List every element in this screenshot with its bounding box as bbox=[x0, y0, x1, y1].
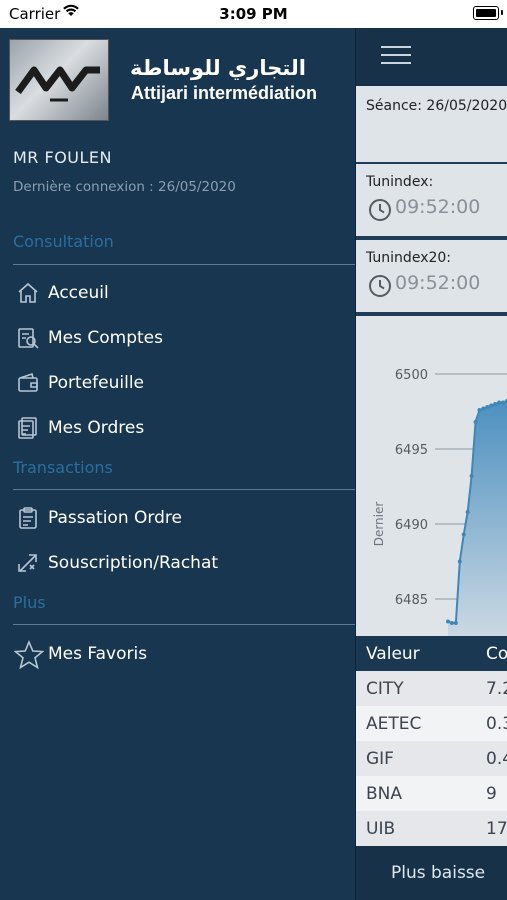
header-valeur: Valeur bbox=[366, 644, 420, 664]
row-cours: 0.3 bbox=[486, 714, 507, 734]
last-login: Dernière connexion : 26/05/2020 bbox=[13, 179, 236, 195]
row-valeur: CITY bbox=[366, 679, 404, 699]
menu-item-label: Souscription/Rachat bbox=[48, 553, 219, 573]
data-point bbox=[449, 621, 454, 625]
menu-item-accueil[interactable]: Acceuil bbox=[13, 277, 343, 311]
main-panel: Séance: 26/05/2020 Tunindex: 09:52:00 Tu… bbox=[355, 28, 507, 900]
data-point bbox=[469, 474, 474, 478]
brand-arabic: التجاري للوساطة bbox=[130, 56, 306, 80]
tab-plus-baisse[interactable]: Plus baisse bbox=[391, 863, 485, 883]
menu-item-label: Mes Ordres bbox=[48, 418, 145, 438]
data-point bbox=[501, 400, 506, 405]
section-consultation: Consultation bbox=[13, 232, 114, 251]
y-tick-label: 6485 bbox=[395, 593, 428, 608]
clock: 3:09 PM bbox=[219, 5, 288, 23]
data-point bbox=[461, 532, 466, 537]
menu-item-label: Mes Favoris bbox=[48, 644, 148, 664]
menu-item-comptes[interactable]: Mes Comptes bbox=[13, 322, 343, 356]
tunindex20-label: Tunindex20: bbox=[366, 250, 452, 266]
values-table: Valeur Co CITY 7.2 AETEC 0.3 GIF 0.4 BNA… bbox=[355, 636, 507, 846]
home-icon bbox=[16, 281, 40, 305]
menu-item-passation[interactable]: Passation Ordre bbox=[13, 502, 343, 536]
index-chart: 6500649564906485648008:00Dernier bbox=[355, 316, 507, 699]
menu-item-souscription[interactable]: Souscription/Rachat bbox=[13, 547, 343, 581]
wallet-icon bbox=[16, 371, 40, 395]
clock-icon bbox=[368, 274, 392, 302]
menu-item-ordres[interactable]: Mes Ordres bbox=[13, 412, 343, 446]
section-transactions: Transactions bbox=[13, 458, 113, 477]
series-area bbox=[448, 401, 507, 674]
battery-tip bbox=[501, 10, 503, 15]
tunindex20-panel[interactable]: Tunindex20: 09:52:00 bbox=[355, 240, 507, 312]
tunindex-panel[interactable]: Tunindex: 09:52:00 bbox=[355, 164, 507, 236]
exchange-icon bbox=[16, 551, 40, 575]
battery-icon bbox=[473, 6, 499, 20]
y-tick-label: 6490 bbox=[395, 518, 428, 533]
data-point bbox=[465, 510, 470, 514]
menu-item-label: Portefeuille bbox=[48, 373, 145, 393]
top-bar bbox=[355, 28, 507, 86]
table-row[interactable]: AETEC 0.3 bbox=[355, 706, 507, 741]
status-bar: Carrier 3:09 PM bbox=[0, 0, 507, 28]
row-valeur: AETEC bbox=[366, 714, 422, 734]
divider bbox=[13, 624, 355, 625]
data-point bbox=[497, 400, 502, 405]
bottom-tab-bar: Plus baisse bbox=[355, 846, 507, 900]
menu-item-favoris[interactable]: Mes Favoris bbox=[13, 638, 343, 672]
brand-logo bbox=[9, 39, 109, 121]
row-valeur: UIB bbox=[366, 819, 396, 839]
row-cours: 17 bbox=[486, 819, 507, 839]
y-axis-label: Dernier bbox=[372, 502, 386, 547]
data-point bbox=[446, 619, 450, 624]
navigation-drawer: التجاري للوساطة Attijari intermédiation … bbox=[0, 28, 356, 900]
user-name: MR FOULEN bbox=[13, 148, 113, 167]
row-cours: 0.4 bbox=[486, 749, 507, 769]
tunindex-label: Tunindex: bbox=[366, 174, 434, 190]
brand-name: Attijari intermédiation bbox=[131, 83, 318, 103]
row-valeur: GIF bbox=[366, 749, 394, 769]
row-cours: 9 bbox=[486, 784, 497, 804]
menu-item-label: Passation Ordre bbox=[48, 508, 182, 528]
table-row[interactable]: CITY 7.2 bbox=[355, 671, 507, 706]
menu-item-portefeuille[interactable]: Portefeuille bbox=[13, 367, 343, 401]
seance-date: Séance: 26/05/2020 bbox=[366, 98, 507, 114]
star-icon bbox=[13, 639, 45, 670]
row-valeur: BNA bbox=[366, 784, 403, 804]
tunindex20-time: 09:52:00 bbox=[395, 272, 481, 294]
clock-icon bbox=[368, 198, 392, 226]
table-row[interactable]: BNA 9 bbox=[355, 776, 507, 811]
data-point bbox=[457, 559, 462, 564]
y-tick-label: 6495 bbox=[395, 443, 428, 458]
data-point bbox=[473, 420, 478, 424]
row-cours: 7.2 bbox=[486, 679, 507, 699]
section-plus: Plus bbox=[13, 593, 46, 612]
seance-panel: Séance: 26/05/2020 bbox=[355, 86, 507, 162]
data-point bbox=[477, 408, 482, 412]
clipboard-icon bbox=[16, 506, 40, 530]
divider bbox=[13, 264, 355, 265]
menu-item-label: Mes Comptes bbox=[48, 328, 163, 348]
orders-icon bbox=[16, 416, 40, 440]
table-row[interactable]: UIB 17 bbox=[355, 811, 507, 846]
data-point bbox=[493, 402, 498, 406]
y-tick-label: 6500 bbox=[395, 368, 428, 383]
data-point bbox=[453, 621, 458, 625]
table-header: Valeur Co bbox=[355, 636, 507, 671]
menu-item-label: Acceuil bbox=[48, 283, 109, 303]
table-row[interactable]: GIF 0.4 bbox=[355, 741, 507, 776]
tunindex-time: 09:52:00 bbox=[395, 196, 481, 218]
header-cours: Co bbox=[486, 644, 507, 664]
data-point bbox=[489, 403, 494, 408]
account-search-icon bbox=[16, 326, 40, 350]
menu-icon[interactable] bbox=[381, 46, 411, 66]
data-point bbox=[481, 406, 486, 411]
divider bbox=[13, 489, 355, 490]
data-point bbox=[485, 405, 490, 409]
